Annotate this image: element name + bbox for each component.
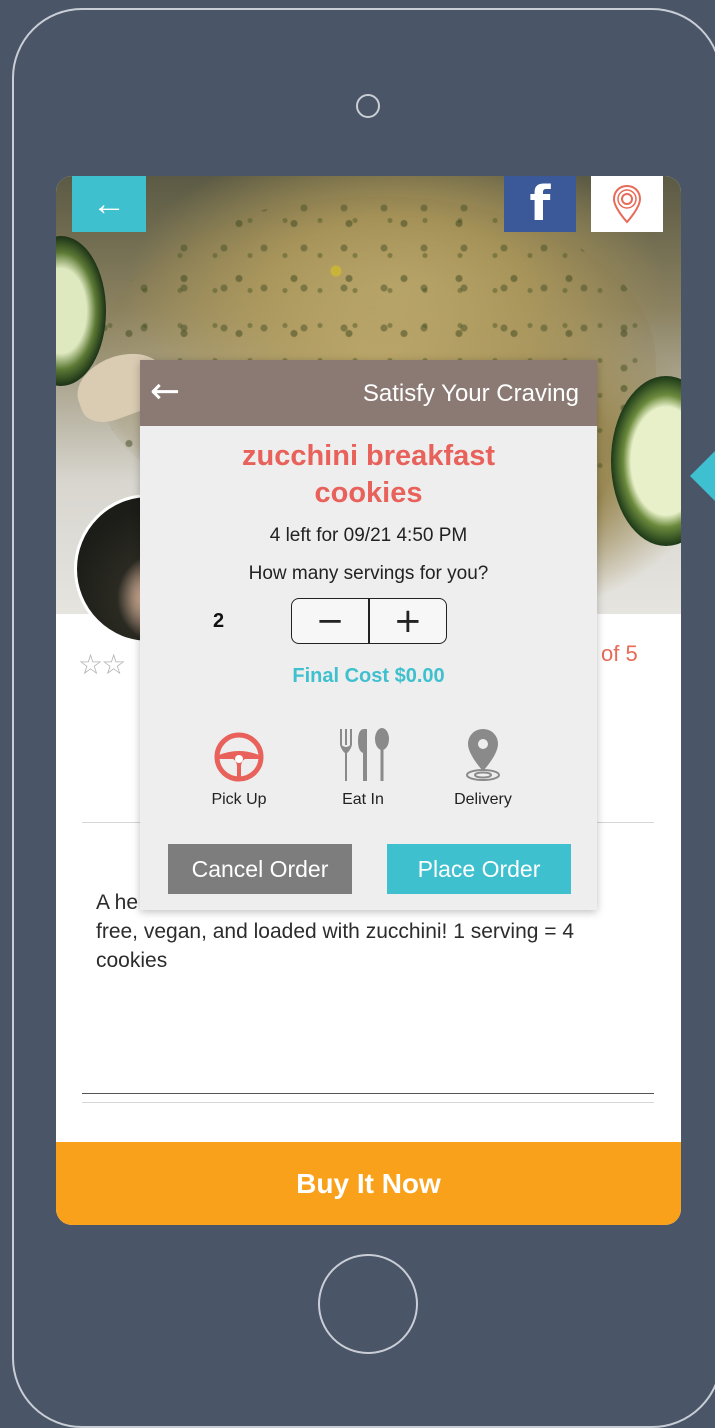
back-button[interactable]: ← [72, 176, 146, 232]
place-order-button[interactable]: Place Order [387, 844, 571, 894]
option-label: Delivery [454, 791, 512, 808]
decrement-button[interactable]: − [292, 599, 368, 643]
arrow-left-icon: ← [92, 184, 126, 223]
option-label: Pick Up [211, 791, 267, 808]
map-pin-icon [466, 729, 500, 781]
option-pick-up[interactable]: Pick Up [194, 725, 284, 809]
description-line-2: free, vegan, and loaded with zucchini! 1… [96, 920, 575, 943]
steering-wheel-icon [214, 732, 264, 782]
fulfillment-options: Pick Up Eat In Delivery [194, 725, 534, 815]
home-button[interactable] [318, 1254, 418, 1354]
quantity-stepper: − + [291, 598, 447, 644]
quantity-value: 2 [213, 610, 225, 632]
side-pointer-icon [690, 450, 715, 502]
location-button[interactable] [591, 176, 663, 232]
product-name: zucchini breakfast cookies [140, 438, 597, 512]
facebook-button[interactable]: f [504, 176, 576, 232]
divider [82, 1102, 654, 1103]
order-modal: ← Satisfy Your Craving zucchini breakfas… [140, 360, 597, 910]
buy-it-now-button[interactable]: Buy It Now [56, 1142, 681, 1225]
product-name-line-1: zucchini breakfast [241, 440, 496, 472]
modal-title: Satisfy Your Craving [362, 380, 579, 407]
option-delivery[interactable]: Delivery [438, 725, 528, 809]
availability-text: 4 left for 09/21 4:50 PM [269, 525, 468, 546]
increment-button[interactable]: + [370, 599, 446, 643]
modal-header: ← Satisfy Your Craving [140, 360, 597, 426]
option-label: Eat In [342, 791, 384, 808]
arrow-left-icon: ← [150, 371, 181, 412]
cancel-order-button[interactable]: Cancel Order [168, 844, 352, 894]
option-eat-in[interactable]: Eat In [318, 725, 408, 809]
modal-back-button[interactable]: ← [150, 372, 180, 412]
facebook-icon: f [529, 176, 551, 232]
servings-question: How many servings for you? [248, 563, 489, 584]
rating-suffix: of 5 [601, 641, 638, 666]
rating-stars: ☆☆ [78, 648, 126, 681]
location-pin-icon [612, 184, 642, 224]
description-line-3: cookies [96, 949, 168, 972]
final-cost: Final Cost $0.00 [292, 665, 445, 687]
fork-spoon-icon [340, 728, 389, 781]
camera-icon [356, 94, 380, 118]
product-name-line-2: cookies [314, 477, 423, 509]
divider [82, 1093, 654, 1094]
